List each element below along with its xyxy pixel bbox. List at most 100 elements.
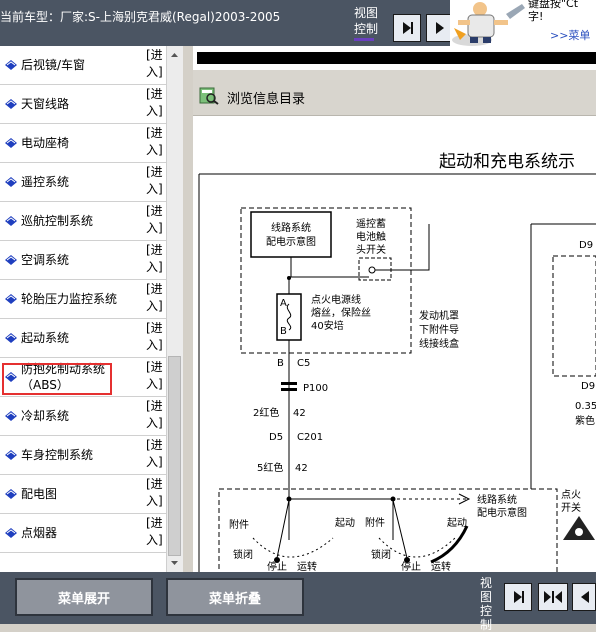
- sidebar-enter-link[interactable]: [进入]: [146, 47, 166, 81]
- lock-label-1: 锁闭: [233, 548, 253, 561]
- start-label-1: 起动: [335, 517, 355, 529]
- footer-view-split-button[interactable]: [538, 583, 568, 611]
- sidebar-item-label-text: 车身控制系统: [21, 448, 94, 462]
- footer-view-prev-button[interactable]: [572, 583, 596, 611]
- sidebar-enter-link[interactable]: [进入]: [146, 476, 166, 510]
- sidebar-item-label-text: 配电图: [21, 487, 58, 501]
- sidebar-item-label-text: 天窗线路: [21, 97, 70, 111]
- wire-color-purple: 紫色: [575, 414, 595, 427]
- scroll-down-icon[interactable]: [167, 556, 182, 570]
- sidebar-item[interactable]: 电动座椅 [进入]: [0, 124, 166, 163]
- sidebar-item-label-text: 后视镜/车窗: [21, 58, 86, 72]
- sidebar-item[interactable]: 轮胎压力监控系统 [进入]: [0, 280, 166, 319]
- sidebar-item[interactable]: 起动系统 [进入]: [0, 319, 166, 358]
- sidebar-item[interactable]: 冷却系统 [进入]: [0, 397, 166, 436]
- sidebar-item-label: 车身控制系统: [21, 447, 93, 463]
- selected-item-highlight: [2, 363, 112, 395]
- split-arrows-icon: [544, 591, 562, 603]
- ad-banner[interactable]: 键盘按"Ct 字! >>菜单: [450, 0, 596, 46]
- wire1-number: 42: [293, 408, 306, 419]
- fuse-pin-b: B: [280, 326, 287, 337]
- ad-menu-link[interactable]: >>菜单: [550, 27, 590, 43]
- sidebar-item-label: 巡航控制系统: [21, 213, 93, 229]
- ad-text-line1: 键盘按"Ct: [528, 0, 579, 10]
- content-header: [193, 46, 596, 70]
- sidebar-enter-link[interactable]: [进入]: [146, 281, 166, 315]
- sidebar-item[interactable]: 遥控系统 [进入]: [0, 163, 166, 202]
- bottom-toolbar: 菜单展开 菜单折叠 视图控制: [0, 572, 596, 632]
- top-toolbar: 当前车型：厂家:S-上海别克君威(Regal)2003-2005 视图控制 键盘…: [0, 0, 596, 46]
- sidebar-item[interactable]: 天窗线路 [进入]: [0, 85, 166, 124]
- connector-d5: D5: [269, 432, 283, 443]
- ad-text-line2: 字!: [528, 10, 544, 23]
- view-split-button[interactable]: [426, 14, 452, 42]
- sidebar-enter-link[interactable]: [进入]: [146, 359, 166, 393]
- arrow-left-icon: [581, 591, 589, 603]
- run-label-1: 运转: [297, 560, 317, 572]
- mechanic-mascot-icon: [450, 0, 528, 46]
- sidebar-item-label: 后视镜/车窗: [21, 57, 85, 73]
- sidebar-item[interactable]: 配电图 [进入]: [0, 475, 166, 514]
- menu-collapse-button[interactable]: 菜单折叠: [166, 578, 304, 616]
- sidebar-item-label: 空调系统: [21, 252, 69, 268]
- wire-gauge-035: 0.35: [575, 401, 596, 412]
- arrow-right-bar-icon: [514, 591, 524, 603]
- content-title-bar: [197, 52, 596, 64]
- sidebar-item[interactable]: 后视镜/车窗 [进入]: [0, 46, 166, 85]
- scroll-up-icon[interactable]: [167, 48, 182, 62]
- sidebar-enter-link[interactable]: [进入]: [146, 515, 166, 549]
- book-icon: [5, 177, 17, 187]
- menu-expand-button[interactable]: 菜单展开: [15, 578, 153, 616]
- sidebar-item-label-text: 点烟器: [21, 526, 58, 540]
- sidebar-item-label: 起动系统: [21, 330, 69, 346]
- engine-line2: 下附件导: [419, 323, 459, 336]
- sidebar-enter-link[interactable]: [进入]: [146, 86, 166, 120]
- book-icon: [5, 489, 17, 499]
- sidebar-scroll-thumb[interactable]: [168, 356, 181, 556]
- sidebar-enter-link[interactable]: [进入]: [146, 164, 166, 198]
- sidebar-item[interactable]: 空调系统 [进入]: [0, 241, 166, 280]
- sidebar-item-label-text: 遥控系统: [21, 175, 70, 189]
- sidebar-enter-link[interactable]: [进入]: [146, 242, 166, 276]
- sidebar-item-label-text: 冷却系统: [21, 409, 70, 423]
- sidebar-menu: 后视镜/车窗 [进入] 天窗线路 [进入] 电动座椅 [进入] 遥控系统 [进入] 巡航控制系统…: [0, 46, 183, 572]
- wire2-number: 42: [295, 463, 308, 474]
- switch-line3: 头开关: [356, 243, 386, 256]
- distribution-box: [250, 211, 332, 258]
- dist-line2: 配电示意图: [477, 506, 527, 519]
- dist-line1: 线路系统: [477, 493, 517, 506]
- sidebar-item-label-text: 起动系统: [21, 331, 70, 345]
- sidebar-item-label: 冷却系统: [21, 408, 69, 424]
- ignition-line1: 点火: [561, 489, 581, 501]
- footer-view-next-button[interactable]: [504, 583, 532, 611]
- sidebar-item[interactable]: 巡航控制系统 [进入]: [0, 202, 166, 241]
- connector-d9-bottom: D9: [581, 381, 595, 392]
- fuse-pin-a: A: [280, 298, 287, 309]
- sidebar-item[interactable]: 车身控制系统 [进入]: [0, 436, 166, 475]
- connector-c5: C5: [297, 358, 310, 369]
- current-model-title: 当前车型：厂家:S-上海别克君威(Regal)2003-2005: [0, 10, 281, 24]
- sidebar-enter-link[interactable]: [进入]: [146, 398, 166, 432]
- book-icon: [5, 99, 17, 109]
- sidebar-item-label: 遥控系统: [21, 174, 69, 190]
- connector-d9-top: D9: [579, 240, 593, 251]
- pane-splitter[interactable]: [183, 46, 193, 572]
- view-next-button[interactable]: [393, 14, 421, 42]
- sidebar-item-label: 天窗线路: [21, 96, 69, 112]
- book-icon: [5, 411, 17, 421]
- sidebar-enter-link[interactable]: [进入]: [146, 203, 166, 237]
- sidebar-scrollbar[interactable]: [166, 46, 183, 572]
- view-control-label: 视图控制: [354, 5, 382, 41]
- sidebar-item[interactable]: 点烟器 [进入]: [0, 514, 166, 553]
- sidebar-enter-link[interactable]: [进入]: [146, 437, 166, 471]
- sidebar-item-label-text: 轮胎压力监控系统: [21, 292, 118, 306]
- wire2-color: 5红色: [257, 461, 283, 474]
- book-icon: [5, 294, 17, 304]
- sidebar-enter-link[interactable]: [进入]: [146, 320, 166, 354]
- browse-catalog-label[interactable]: 浏览信息目录: [227, 88, 305, 107]
- arrow-right-bar-icon: [403, 22, 413, 34]
- splice-p100: P100: [303, 383, 328, 394]
- catalog-icon[interactable]: [199, 87, 219, 105]
- sidebar-enter-link[interactable]: [进入]: [146, 125, 166, 159]
- fuse-line3: 40安培: [311, 319, 344, 332]
